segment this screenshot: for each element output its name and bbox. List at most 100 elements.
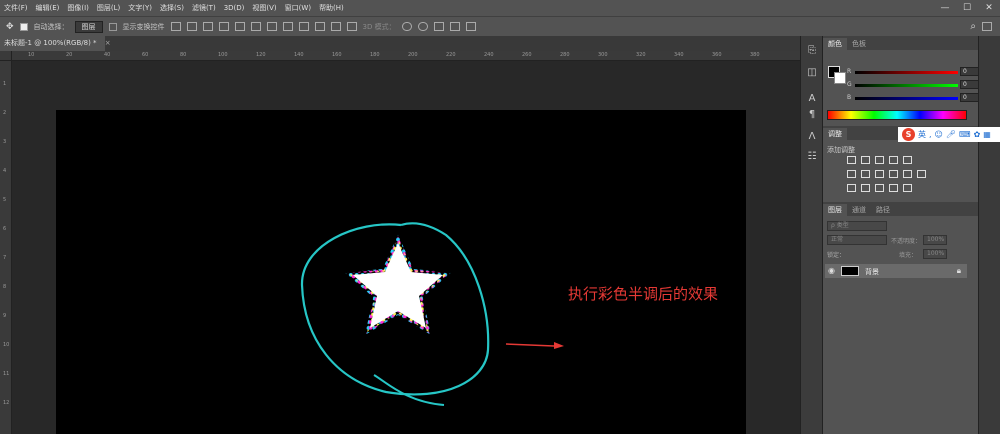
- black-white-icon[interactable]: [875, 170, 884, 178]
- brightness-icon[interactable]: [847, 156, 856, 164]
- show-transform-checkbox[interactable]: [108, 22, 117, 31]
- 3d-mode-label: 3D 模式：: [362, 22, 396, 31]
- blue-slider[interactable]: B 0: [847, 93, 980, 104]
- align-bottom-icon[interactable]: [202, 22, 213, 31]
- exposure-icon[interactable]: [889, 156, 898, 164]
- layer-row-background[interactable]: ◉ 背景 🔒︎: [825, 264, 967, 278]
- red-track[interactable]: [855, 71, 958, 74]
- blend-mode-select[interactable]: 正常: [827, 235, 887, 245]
- align-top-icon[interactable]: [170, 22, 181, 31]
- red-slider[interactable]: R 0: [847, 67, 980, 78]
- levels-icon[interactable]: [861, 156, 870, 164]
- layer-filter-input[interactable]: ρ 类型: [827, 221, 887, 231]
- ime-punct-icon[interactable]: ,: [929, 130, 932, 139]
- align-left-icon[interactable]: [218, 22, 229, 31]
- canvas-workspace[interactable]: [12, 61, 800, 434]
- align-vcenter-icon[interactable]: [186, 22, 197, 31]
- ime-voice-icon[interactable]: 🎤︎: [946, 130, 956, 139]
- ime-emoji-icon[interactable]: ☺: [935, 130, 943, 139]
- color-spectrum[interactable]: [827, 110, 967, 120]
- distribute-top-icon[interactable]: [266, 22, 277, 31]
- menu-filter[interactable]: 滤镜(T): [188, 3, 220, 13]
- properties-icon[interactable]: ◫: [805, 66, 819, 80]
- gradient-map-icon[interactable]: [889, 184, 898, 192]
- document-tab[interactable]: 未标题-1 @ 100%(RGB/8) * ×: [0, 36, 111, 51]
- tab-paths[interactable]: 路径: [871, 204, 895, 216]
- menu-window[interactable]: 窗口(W): [281, 3, 315, 13]
- opacity-input[interactable]: 100%: [923, 235, 947, 245]
- menu-image[interactable]: 图像(I): [63, 3, 93, 13]
- red-value[interactable]: 0: [960, 67, 980, 76]
- ruler-h-tick: 240: [484, 52, 494, 58]
- tab-layers[interactable]: 图层: [823, 204, 847, 216]
- search-icon[interactable]: ⌕: [970, 21, 976, 32]
- auto-select-checkbox[interactable]: [19, 22, 28, 31]
- green-slider[interactable]: G 0: [847, 80, 980, 91]
- tab-adjustments[interactable]: 调整: [823, 128, 847, 140]
- tab-swatches[interactable]: 色板: [847, 38, 871, 50]
- menu-edit[interactable]: 编辑(E): [32, 3, 64, 13]
- eye-icon[interactable]: ◉: [828, 266, 835, 275]
- selective-color-icon[interactable]: [903, 184, 912, 192]
- curves-icon[interactable]: [875, 156, 884, 164]
- libraries-icon[interactable]: ☷: [805, 150, 819, 164]
- menu-type[interactable]: 文字(Y): [124, 3, 156, 13]
- green-value[interactable]: 0: [960, 80, 980, 89]
- menu-help[interactable]: 帮助(H): [315, 3, 348, 13]
- move-tool-icon[interactable]: ✥: [6, 22, 14, 32]
- paragraph-icon[interactable]: ¶: [805, 108, 819, 122]
- align-right-icon[interactable]: [250, 22, 261, 31]
- green-track[interactable]: [855, 84, 958, 87]
- 3d-rotate-icon[interactable]: [401, 22, 412, 31]
- distribute-hcenter-icon[interactable]: [330, 22, 341, 31]
- blue-track[interactable]: [855, 97, 958, 100]
- 3d-pan-icon[interactable]: [433, 22, 444, 31]
- minimize-button[interactable]: —: [934, 3, 956, 13]
- ime-tools-icon[interactable]: ▦: [983, 130, 991, 139]
- menu-file[interactable]: 文件(F): [0, 3, 32, 13]
- ime-skin-icon[interactable]: ✿: [974, 130, 981, 139]
- fill-input[interactable]: 100%: [923, 249, 947, 259]
- background-color-swatch[interactable]: [834, 72, 846, 84]
- tab-channels[interactable]: 通道: [847, 204, 871, 216]
- vibrance-icon[interactable]: [903, 156, 912, 164]
- 3d-roll-icon[interactable]: [417, 22, 428, 31]
- blue-value[interactable]: 0: [960, 93, 980, 102]
- hue-icon[interactable]: [847, 170, 856, 178]
- ime-toolbar[interactable]: S 英 , ☺ 🎤︎ ⌨ ✿ ▦: [898, 127, 1000, 142]
- menu-select[interactable]: 选择(S): [156, 3, 188, 13]
- distribute-left-icon[interactable]: [314, 22, 325, 31]
- color-lookup-icon[interactable]: [917, 170, 926, 178]
- history-icon[interactable]: ⎘: [805, 44, 819, 58]
- photo-filter-icon[interactable]: [889, 170, 898, 178]
- document-canvas[interactable]: [56, 110, 746, 434]
- menu-view[interactable]: 视图(V): [248, 3, 280, 13]
- layers-panel-tabs: 图层 通道 路径: [823, 202, 979, 216]
- align-hcenter-icon[interactable]: [234, 22, 245, 31]
- distribute-bottom-icon[interactable]: [298, 22, 309, 31]
- channel-mixer-icon[interactable]: [903, 170, 912, 178]
- menu-3d[interactable]: 3D(D): [220, 4, 249, 12]
- adjust-subtitle: 添加调整: [827, 146, 855, 154]
- maximize-button[interactable]: ☐: [956, 3, 978, 13]
- invert-icon[interactable]: [847, 184, 856, 192]
- tab-color[interactable]: 颜色: [823, 38, 847, 50]
- close-icon[interactable]: ×: [105, 39, 111, 47]
- ime-keyboard-icon[interactable]: ⌨: [959, 130, 971, 139]
- 3d-slide-icon[interactable]: [449, 22, 460, 31]
- threshold-icon[interactable]: [875, 184, 884, 192]
- posterize-icon[interactable]: [861, 184, 870, 192]
- 3d-scale-icon[interactable]: [465, 22, 476, 31]
- ime-logo[interactable]: S: [902, 128, 915, 141]
- auto-select-dropdown[interactable]: 图层: [74, 20, 103, 33]
- layer-name[interactable]: 背景: [865, 267, 879, 277]
- glyphs-icon[interactable]: Ʌ: [805, 130, 819, 144]
- workspace-icon[interactable]: [982, 22, 992, 31]
- menu-layer[interactable]: 图层(L): [93, 3, 124, 13]
- close-button[interactable]: ✕: [978, 3, 1000, 13]
- ime-mode[interactable]: 英: [918, 129, 926, 140]
- distribute-right-icon[interactable]: [346, 22, 357, 31]
- character-icon[interactable]: A: [805, 92, 819, 106]
- distribute-vcenter-icon[interactable]: [282, 22, 293, 31]
- color-balance-icon[interactable]: [861, 170, 870, 178]
